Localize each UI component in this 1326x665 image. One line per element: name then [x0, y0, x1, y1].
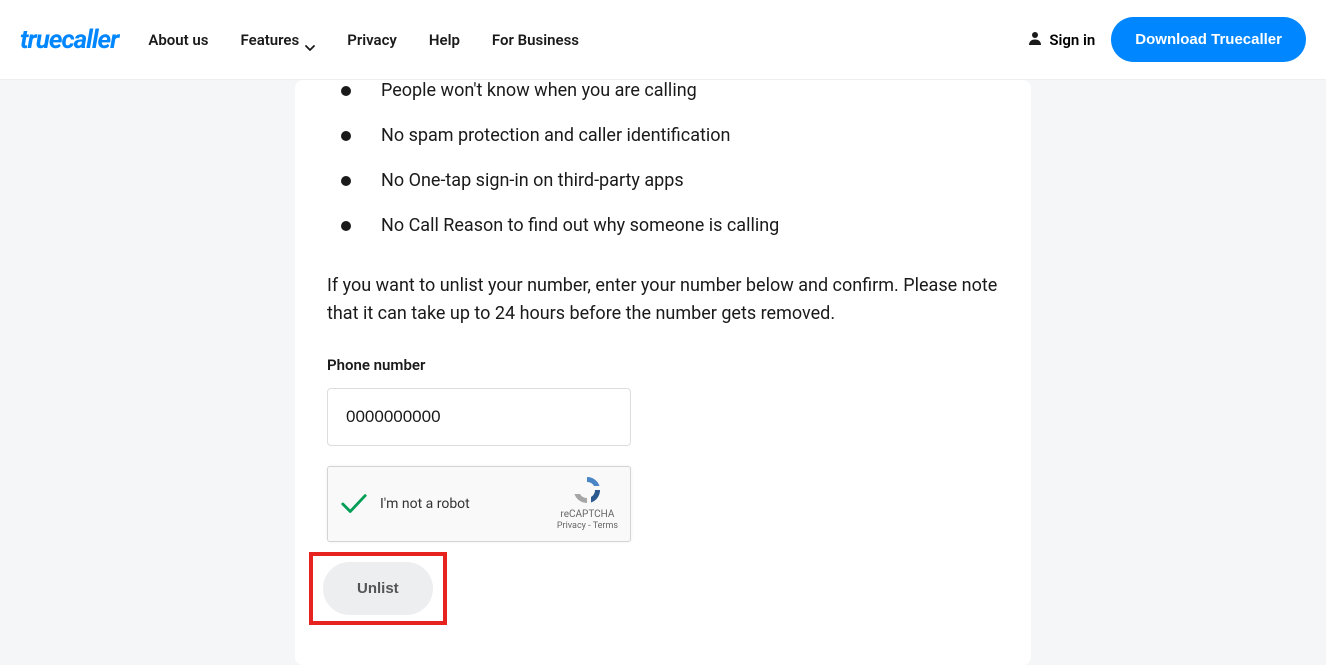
nav-features[interactable]: Features	[241, 31, 316, 49]
nav-about-us[interactable]: About us	[148, 31, 208, 49]
bullet-list: People won't know when you are calling N…	[327, 80, 999, 236]
bullet-icon	[341, 176, 351, 186]
bullet-text: No One-tap sign-in on third-party apps	[381, 170, 684, 191]
recaptcha-widget[interactable]: I'm not a robot reCAPTCHA Privacy - Term…	[327, 466, 631, 542]
phone-number-input[interactable]	[327, 388, 631, 446]
recaptcha-brand-text: reCAPTCHA	[557, 508, 618, 521]
signin-link[interactable]: Sign in	[1027, 30, 1095, 50]
recaptcha-label: I'm not a robot	[380, 496, 557, 512]
person-icon	[1027, 30, 1043, 50]
recaptcha-branding: reCAPTCHA Privacy - Terms	[557, 474, 618, 533]
unlist-highlight-box: Unlist	[309, 552, 447, 625]
bullet-text: No spam protection and caller identifica…	[381, 125, 730, 146]
bullet-item: No One-tap sign-in on third-party apps	[341, 170, 999, 191]
phone-number-label: Phone number	[327, 356, 999, 374]
recaptcha-logo-icon	[571, 474, 603, 506]
main-header: truecaller About us Features Privacy Hel…	[0, 0, 1326, 80]
content-wrapper: People won't know when you are calling N…	[0, 80, 1326, 665]
main-nav: About us Features Privacy Help For Busin…	[148, 31, 1027, 49]
signin-label: Sign in	[1049, 31, 1095, 49]
instruction-paragraph: If you want to unlist your number, enter…	[327, 272, 999, 328]
checkmark-icon	[340, 490, 368, 518]
bullet-icon	[341, 221, 351, 231]
nav-privacy[interactable]: Privacy	[347, 31, 397, 49]
nav-for-business[interactable]: For Business	[492, 31, 579, 49]
unlist-button[interactable]: Unlist	[323, 562, 433, 615]
bullet-text: People won't know when you are calling	[381, 80, 697, 101]
bullet-icon	[341, 86, 351, 96]
bullet-icon	[341, 131, 351, 141]
bullet-text: No Call Reason to find out why someone i…	[381, 215, 779, 236]
bullet-item: People won't know when you are calling	[341, 80, 999, 101]
nav-help[interactable]: Help	[429, 31, 460, 49]
header-right: Sign in Download Truecaller	[1027, 17, 1306, 62]
nav-features-label: Features	[241, 31, 300, 49]
truecaller-logo[interactable]: truecaller	[20, 25, 118, 55]
bullet-item: No Call Reason to find out why someone i…	[341, 215, 999, 236]
unlist-card: People won't know when you are calling N…	[295, 80, 1031, 665]
chevron-down-icon	[305, 37, 315, 43]
recaptcha-terms-text[interactable]: Privacy - Terms	[557, 521, 618, 533]
bullet-item: No spam protection and caller identifica…	[341, 125, 999, 146]
download-button[interactable]: Download Truecaller	[1111, 17, 1306, 62]
